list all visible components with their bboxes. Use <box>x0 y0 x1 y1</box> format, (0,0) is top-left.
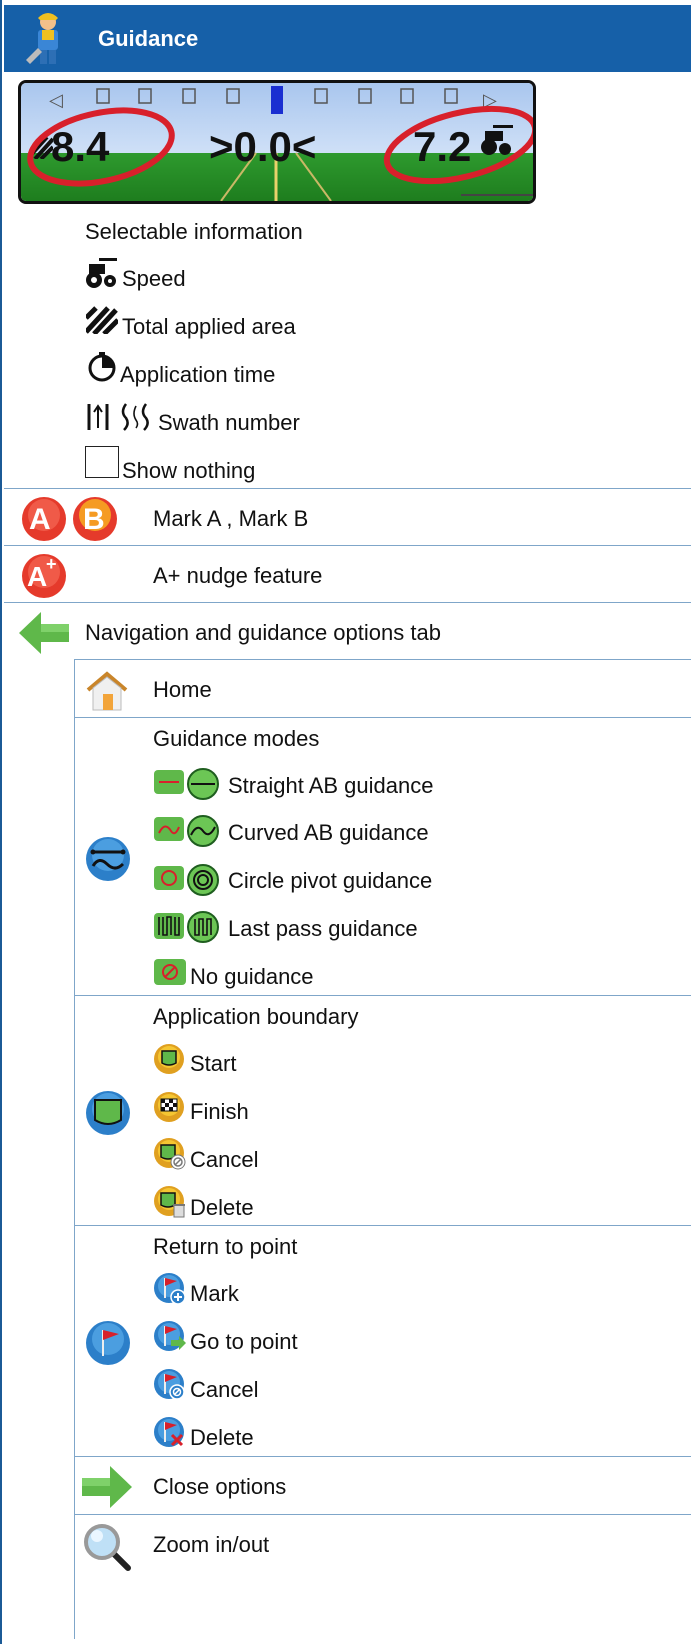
green-right-arrow-icon[interactable] <box>82 1466 132 1508</box>
mark-b-letter: B <box>83 503 105 536</box>
area-label: Total applied area <box>122 314 296 339</box>
page-title: Guidance <box>98 25 199 51</box>
go-to-point-icon[interactable] <box>153 1320 187 1354</box>
divider <box>4 488 691 489</box>
boundary-start-icon[interactable] <box>153 1043 185 1075</box>
divider <box>74 1456 691 1457</box>
divider <box>74 659 691 660</box>
point-mark-icon[interactable] <box>153 1272 187 1306</box>
green-left-arrow-icon[interactable] <box>19 612 69 654</box>
section-header: Guidance <box>4 5 691 72</box>
divider <box>74 995 691 996</box>
return-point-icon[interactable] <box>85 1320 131 1366</box>
a-plus-letter: A <box>27 561 48 592</box>
timer-icon <box>88 352 116 382</box>
nav-tab-label: Navigation and guidance options tab <box>85 620 441 645</box>
point-delete-label: Delete <box>190 1425 254 1450</box>
divider <box>4 602 691 603</box>
swath-label: Swath number <box>158 410 300 435</box>
tractor-speed-icon <box>86 258 117 288</box>
go-to-point-label: Go to point <box>190 1329 298 1354</box>
mark-ab-label: Mark A , Mark B <box>153 506 309 531</box>
return-point-heading: Return to point <box>153 1234 298 1259</box>
divider <box>74 1514 691 1515</box>
boundary-finish-icon[interactable] <box>153 1091 185 1123</box>
straight-ab-label: Straight AB guidance <box>228 773 434 798</box>
a-plus-label: A+ nudge feature <box>153 563 323 588</box>
guidance-modes-icon[interactable] <box>85 836 131 882</box>
indent-rule <box>74 659 76 1639</box>
curved-ab-label: Curved AB guidance <box>228 820 429 845</box>
point-cancel-label: Cancel <box>190 1377 259 1402</box>
close-options-label: Close options <box>153 1474 287 1499</box>
divider <box>4 545 691 546</box>
empty-box-icon <box>85 446 119 478</box>
applied-area-icon <box>86 306 118 334</box>
boundary-start-label: Start <box>190 1051 237 1076</box>
straight-ab-icon[interactable] <box>153 768 223 800</box>
mark-a-letter: A <box>29 503 51 536</box>
nothing-label: Show nothing <box>122 458 256 483</box>
operator-icon <box>26 12 58 64</box>
swath-number-icon <box>87 403 149 431</box>
boundary-icon[interactable] <box>85 1090 131 1136</box>
point-mark-label: Mark <box>190 1281 239 1306</box>
speed-label: Speed <box>122 266 186 291</box>
last-pass-label: Last pass guidance <box>228 916 418 941</box>
divider <box>74 1225 691 1226</box>
boundary-cancel-icon[interactable] <box>153 1137 187 1171</box>
boundary-delete-icon[interactable] <box>153 1185 187 1219</box>
no-guidance-label: No guidance <box>190 964 314 989</box>
point-delete-icon[interactable] <box>153 1416 187 1450</box>
guidance-bar-preview: ◁ ▷ 8.4 >0.0< 7.2 <box>18 80 536 204</box>
boundary-delete-label: Delete <box>190 1195 254 1220</box>
home-icon[interactable] <box>86 670 128 712</box>
divider <box>74 717 691 718</box>
circle-pivot-icon[interactable] <box>153 864 223 896</box>
point-cancel-icon[interactable] <box>153 1368 187 1402</box>
zoom-icon[interactable] <box>82 1522 132 1572</box>
home-label: Home <box>153 677 212 702</box>
last-pass-icon[interactable] <box>153 911 223 943</box>
guidance-reference-page: Guidance ◁ ▷ 8.4 >0.0< 7.2 Selectable in… <box>0 0 691 1644</box>
highlight-ellipses <box>27 105 533 187</box>
boundary-finish-label: Finish <box>190 1099 249 1124</box>
zoom-label: Zoom in/out <box>153 1532 270 1557</box>
time-label: Application time <box>120 362 276 387</box>
a-plus-sup: + <box>46 554 57 574</box>
guidance-modes-heading: Guidance modes <box>153 726 320 751</box>
boundary-heading: Application boundary <box>153 1004 359 1029</box>
no-guidance-icon[interactable] <box>153 957 187 987</box>
boundary-cancel-label: Cancel <box>190 1147 259 1172</box>
selectable-heading: Selectable information <box>85 219 303 244</box>
circle-pivot-label: Circle pivot guidance <box>228 868 433 893</box>
curved-ab-icon[interactable] <box>153 815 223 847</box>
